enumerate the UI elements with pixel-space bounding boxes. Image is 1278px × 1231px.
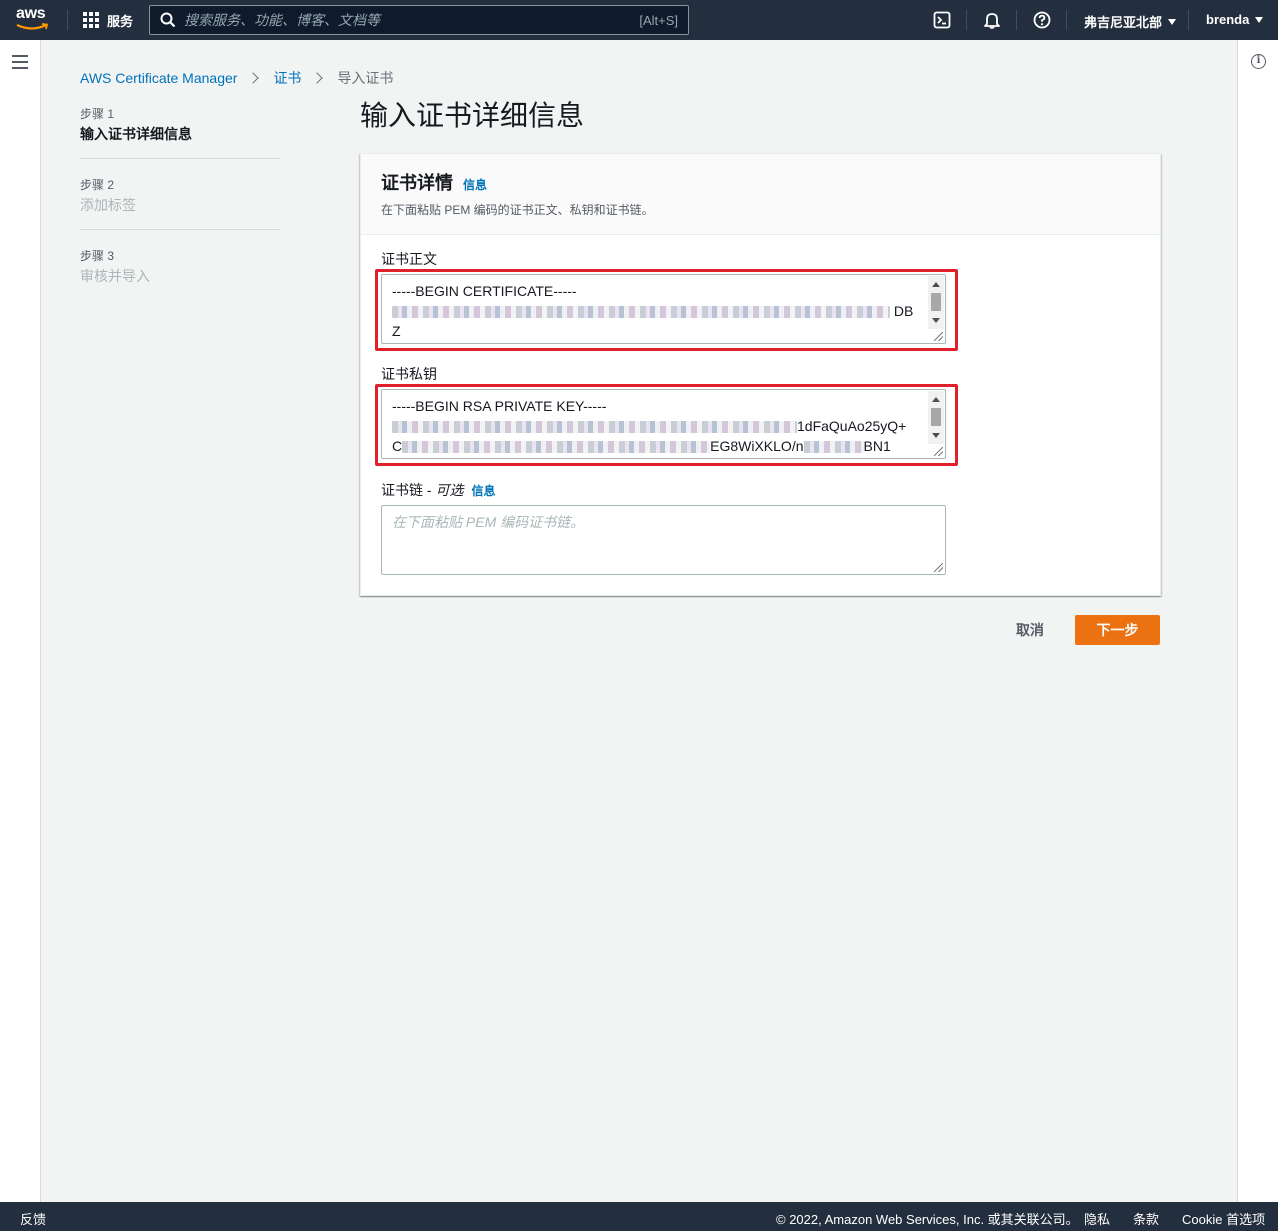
private-key-line-redacted: 1dFaQuAo25yQ+ [392, 416, 913, 436]
breadcrumb: AWS Certificate Manager 证书 导入证书 [80, 68, 393, 88]
services-grid-icon [83, 12, 99, 28]
cert-body-line: Z [392, 323, 401, 339]
chevron-right-icon [311, 72, 324, 84]
search-shortcut-hint: [Alt+S] [639, 12, 678, 28]
user-name: brenda [1206, 12, 1250, 27]
region-selector[interactable]: 弗吉尼亚北部 [1084, 12, 1177, 31]
private-key-textarea[interactable]: -----BEGIN RSA PRIVATE KEY----- 1dFaQuAo… [381, 389, 946, 459]
cookie-preferences-link[interactable]: Cookie 首选项 [1182, 1209, 1265, 1228]
cert-chain-label: 证书链 - 可选 信息 [381, 482, 496, 498]
region-label: 弗吉尼亚北部 [1084, 15, 1163, 30]
wizard-step-2: 步骤 2 添加标签 [80, 175, 280, 230]
panel-description: 在下面粘贴 PEM 编码的证书正文、私钥和证书链。 [381, 203, 654, 217]
hamburger-menu-icon[interactable] [12, 55, 28, 69]
cert-chain-placeholder: 在下面粘贴 PEM 编码证书链。 [392, 514, 585, 530]
breadcrumb-acm[interactable]: AWS Certificate Manager [80, 70, 237, 86]
nav-divider [966, 10, 967, 30]
cert-chain-textarea[interactable]: 在下面粘贴 PEM 编码证书链。 [381, 505, 946, 575]
step-label: 添加标签 [80, 197, 136, 213]
services-label: 服务 [107, 13, 134, 29]
step-number: 步骤 2 [80, 178, 115, 192]
help-icon[interactable] [1032, 10, 1052, 30]
aws-logo-text: aws [16, 5, 46, 22]
info-link[interactable]: 信息 [463, 173, 487, 197]
private-key-label: 证书私钥 [381, 366, 437, 382]
right-tools-rail: i [1237, 40, 1278, 1202]
step-number: 步骤 3 [80, 249, 115, 263]
caret-down-icon [1255, 16, 1264, 23]
redacted-text [392, 421, 797, 434]
private-key-line-redacted: C EG8WiXKLO/n BN1 [392, 438, 891, 454]
textarea-scrollbar[interactable] [928, 391, 944, 444]
next-button[interactable]: 下一步 [1075, 615, 1160, 645]
search-icon [160, 12, 176, 28]
cert-body-textarea[interactable]: -----BEGIN CERTIFICATE----- DB Z [381, 274, 946, 344]
chevron-right-icon [247, 72, 260, 84]
search-box[interactable]: [Alt+S] [149, 5, 689, 35]
cancel-button[interactable]: 取消 [1001, 615, 1059, 645]
left-navigation-rail [0, 40, 41, 1202]
wizard-steps: 步骤 1 输入证书详细信息 步骤 2 添加标签 步骤 3 审核并导入 [80, 104, 280, 317]
resize-handle-icon[interactable] [934, 332, 943, 341]
breadcrumb-current: 导入证书 [337, 70, 394, 86]
resize-handle-icon[interactable] [934, 447, 943, 456]
optional-label: 可选 [435, 482, 464, 498]
redacted-text [402, 441, 711, 454]
nav-divider [1016, 10, 1017, 30]
panel-title: 证书详情 [381, 173, 453, 193]
copyright-text: © 2022, Amazon Web Services, Inc. 或其关联公司… [776, 1212, 1079, 1227]
privacy-link[interactable]: 隐私 [1084, 1209, 1110, 1228]
page-title: 输入证书详细信息 [360, 100, 585, 131]
resize-handle-icon[interactable] [934, 563, 943, 572]
terms-link[interactable]: 条款 [1133, 1209, 1159, 1228]
nav-divider [1188, 10, 1189, 30]
aws-logo[interactable]: aws [16, 6, 52, 34]
cert-body-line-redacted: DB [392, 301, 913, 321]
footer: 反馈 © 2022, Amazon Web Services, Inc. 或其关… [0, 1202, 1278, 1231]
info-link[interactable]: 信息 [471, 484, 495, 498]
redacted-text [392, 306, 890, 319]
wizard-step-1: 步骤 1 输入证书详细信息 [80, 104, 280, 159]
certificate-details-panel: 证书详情 信息 在下面粘贴 PEM 编码的证书正文、私钥和证书链。 证书正文 -… [360, 153, 1161, 596]
textarea-scrollbar[interactable] [928, 276, 944, 329]
cloudshell-icon[interactable] [932, 10, 952, 30]
caret-down-icon [1168, 18, 1177, 25]
info-panel-icon[interactable]: i [1251, 54, 1266, 69]
cert-body-label: 证书正文 [381, 251, 437, 267]
cert-body-line: -----BEGIN CERTIFICATE----- [392, 283, 577, 299]
nav-divider [67, 10, 68, 30]
feedback-link[interactable]: 反馈 [20, 1209, 46, 1228]
panel-header: 证书详情 信息 在下面粘贴 PEM 编码的证书正文、私钥和证书链。 [361, 154, 1160, 235]
wizard-step-3: 步骤 3 审核并导入 [80, 246, 280, 301]
aws-smile-icon [16, 23, 49, 30]
breadcrumb-certificates[interactable]: 证书 [273, 68, 301, 88]
nav-divider [1066, 10, 1067, 30]
step-label: 输入证书详细信息 [80, 126, 192, 142]
step-number: 步骤 1 [80, 107, 115, 121]
bell-icon[interactable] [982, 10, 1002, 30]
services-menu-button[interactable]: 服务 [83, 10, 133, 30]
user-menu[interactable]: brenda [1206, 12, 1264, 27]
top-navigation: aws 服务 [Alt+S] [0, 0, 1278, 40]
step-label: 审核并导入 [80, 268, 150, 284]
search-input[interactable] [184, 12, 640, 28]
redacted-text [803, 441, 864, 454]
private-key-line: -----BEGIN RSA PRIVATE KEY----- [392, 398, 607, 414]
